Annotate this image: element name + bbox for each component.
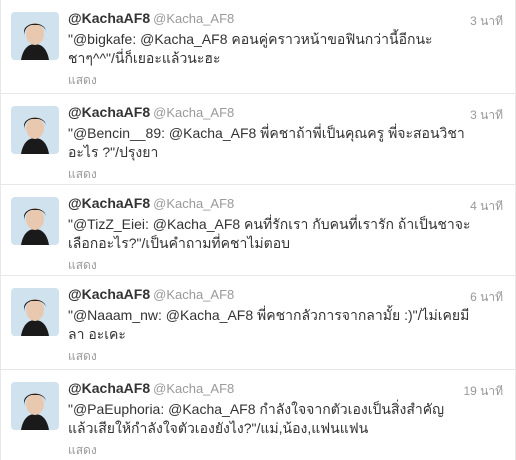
tweet-username[interactable]: @Kacha_AF8 xyxy=(153,11,234,26)
avatar-image-icon xyxy=(11,288,59,336)
tweet-item[interactable]: @KachaAF8 @Kacha_AF8 3 นาที "@Bencin__89:… xyxy=(1,94,515,185)
avatar-image-icon xyxy=(11,106,59,154)
tweet-item[interactable]: @KachaAF8 @Kacha_AF8 19 นาที "@PaEuphoria… xyxy=(1,370,515,460)
expand-link[interactable]: แสดง xyxy=(68,347,97,366)
avatar[interactable] xyxy=(11,197,59,245)
tweet-item[interactable]: @KachaAF8 @Kacha_AF8 3 นาที "@bigkafe: @K… xyxy=(1,0,515,94)
tweet-timestamp[interactable]: 4 นาที xyxy=(470,197,503,216)
avatar[interactable] xyxy=(11,106,59,154)
tweet-fullname[interactable]: @KachaAF8 xyxy=(68,286,150,302)
avatar[interactable] xyxy=(11,382,59,430)
tweet-fullname[interactable]: @KachaAF8 xyxy=(68,195,150,211)
tweet-text: "@Naaam_nw: @Kacha_AF8 พี่คชากลัวการจากล… xyxy=(68,307,470,342)
expand-link[interactable]: แสดง xyxy=(68,256,97,275)
tweet-username[interactable]: @Kacha_AF8 xyxy=(153,381,234,396)
avatar[interactable] xyxy=(11,288,59,336)
tweet-item[interactable]: @KachaAF8 @Kacha_AF8 4 นาที "@TizZ_Eiei: … xyxy=(1,185,515,276)
tweet-text: "@PaEuphoria: @Kacha_AF8 กำลังใจจากตัวเอ… xyxy=(68,401,445,436)
tweet-text: "@TizZ_Eiei: @Kacha_AF8 คนที่รักเรา กับค… xyxy=(68,216,471,251)
tweet-timestamp[interactable]: 6 นาที xyxy=(470,288,503,307)
tweet-fullname[interactable]: @KachaAF8 xyxy=(68,104,150,120)
tweet-timestamp[interactable]: 3 นาที xyxy=(470,12,503,31)
tweet-username[interactable]: @Kacha_AF8 xyxy=(153,196,234,211)
avatar-image-icon xyxy=(11,382,59,430)
tweet-text: "@Bencin__89: @Kacha_AF8 พี่คชาถ้าพี่เป็… xyxy=(68,125,465,160)
avatar[interactable] xyxy=(11,12,59,60)
tweet-item[interactable]: @KachaAF8 @Kacha_AF8 6 นาที "@Naaam_nw: @… xyxy=(1,276,515,370)
expand-link[interactable]: แสดง xyxy=(68,71,97,90)
tweet-text: "@bigkafe: @Kacha_AF8 คอนคู่คราวหน้าขอฟิ… xyxy=(68,31,433,66)
expand-link[interactable]: แสดง xyxy=(68,441,97,460)
tweet-timestamp[interactable]: 19 นาที xyxy=(463,382,503,401)
tweet-username[interactable]: @Kacha_AF8 xyxy=(153,287,234,302)
tweet-timestamp[interactable]: 3 นาที xyxy=(470,106,503,125)
tweet-fullname[interactable]: @KachaAF8 xyxy=(68,10,150,26)
tweet-username[interactable]: @Kacha_AF8 xyxy=(153,105,234,120)
avatar-image-icon xyxy=(11,12,59,60)
tweet-fullname[interactable]: @KachaAF8 xyxy=(68,380,150,396)
tweet-timeline: @KachaAF8 @Kacha_AF8 3 นาที "@bigkafe: @K… xyxy=(0,0,516,460)
avatar-image-icon xyxy=(11,197,59,245)
expand-link[interactable]: แสดง xyxy=(68,165,97,184)
